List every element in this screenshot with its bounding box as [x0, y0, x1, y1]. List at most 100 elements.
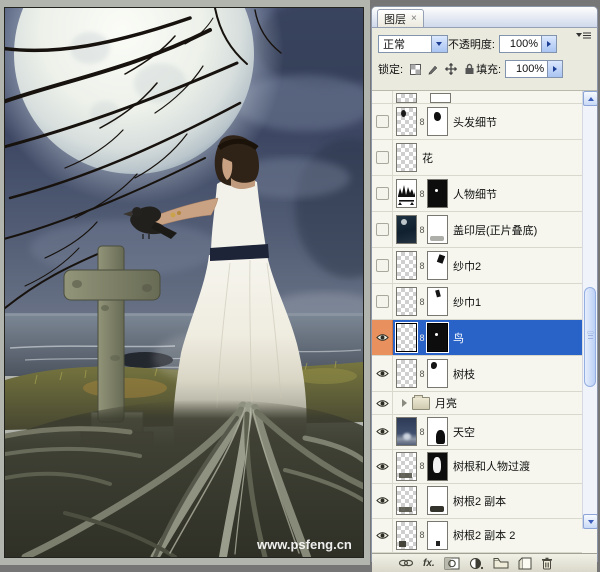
layer-row-盖印层(正片叠底)[interactable]: 8 盖印层(正片叠底) — [372, 212, 582, 248]
lock-paint-icon[interactable] — [426, 62, 440, 76]
layer-name[interactable]: 树枝 — [453, 366, 475, 382]
eye-visible-icon[interactable] — [372, 450, 393, 484]
eye-visible-icon[interactable] — [372, 415, 393, 449]
layer-mask-thumbnail[interactable] — [427, 486, 448, 515]
layer-thumbnail[interactable] — [396, 179, 417, 208]
opacity-value[interactable]: 100% — [499, 35, 541, 53]
eye-hidden-box[interactable] — [372, 104, 393, 139]
link-layers-icon[interactable] — [398, 556, 414, 570]
layer-thumbnail[interactable] — [396, 287, 417, 316]
panel-menu-icon[interactable] — [572, 28, 594, 41]
layer-mask-thumbnail[interactable] — [427, 251, 448, 280]
layer-thumbnail[interactable] — [396, 323, 417, 352]
layer-name[interactable]: 树根2 副本 — [453, 493, 506, 509]
mask-link-icon[interactable]: 8 — [417, 369, 427, 379]
layer-thumbnail[interactable] — [396, 107, 417, 136]
tab-layers[interactable]: 图层 × — [377, 9, 424, 27]
layer-row-树根2 副本 2[interactable]: 8 树根2 副本 2 — [372, 519, 582, 554]
layer-thumbnail[interactable] — [396, 486, 417, 515]
mask-link-icon[interactable]: 8 — [417, 189, 427, 199]
mask-link-icon[interactable]: 8 — [417, 530, 427, 540]
layer-mask-thumbnail[interactable] — [427, 287, 448, 316]
layer-row-树根和人物过渡[interactable]: 8 树根和人物过渡 — [372, 450, 582, 485]
new-layer-icon[interactable] — [518, 556, 532, 570]
eye-visible-icon[interactable] — [372, 392, 393, 414]
eye-visible-icon[interactable] — [372, 484, 393, 518]
layer-row-人物细节[interactable]: 8 人物细节 — [372, 176, 582, 212]
lock-transparency-icon[interactable] — [408, 62, 422, 76]
layer-mask-thumbnail[interactable] — [427, 107, 448, 136]
eye-visible-icon[interactable] — [372, 519, 393, 553]
layer-name[interactable]: 花 — [422, 150, 433, 166]
layer-mask-thumbnail[interactable] — [427, 417, 448, 446]
scrollbar-thumb[interactable] — [584, 287, 596, 387]
layer-row-clipped[interactable] — [372, 91, 582, 104]
layer-thumbnail[interactable] — [396, 143, 417, 172]
layer-name[interactable]: 树根2 副本 2 — [453, 527, 515, 543]
mask-link-icon[interactable]: 8 — [417, 261, 427, 271]
layer-name[interactable]: 头发细节 — [453, 114, 497, 130]
mask-link-icon[interactable]: 8 — [417, 333, 427, 343]
lock-all-icon[interactable] — [462, 62, 476, 76]
eye-hidden-box[interactable] — [372, 91, 393, 103]
eye-hidden-box[interactable] — [372, 212, 393, 247]
opacity-input[interactable]: 100% — [499, 35, 557, 53]
layer-row-头发细节[interactable]: 8 头发细节 — [372, 104, 582, 140]
layer-style-icon[interactable]: fx. — [423, 556, 435, 570]
layer-row-纱巾2[interactable]: 8 纱巾2 — [372, 248, 582, 284]
scroll-up-icon[interactable] — [583, 91, 597, 106]
scrollbar[interactable] — [582, 91, 597, 529]
tab-close-icon[interactable]: × — [411, 13, 417, 24]
layer-mask-thumbnail[interactable] — [427, 452, 448, 481]
layer-mask-thumbnail[interactable] — [427, 215, 448, 244]
group-expand-icon[interactable] — [402, 399, 407, 407]
new-adjustment-layer-icon[interactable] — [469, 556, 484, 570]
layer-thumbnail[interactable] — [396, 359, 417, 388]
layer-row-纱巾1[interactable]: 8 纱巾1 — [372, 284, 582, 320]
eye-hidden-box[interactable] — [372, 248, 393, 283]
layer-row-花[interactable]: 花 — [372, 140, 582, 176]
mask-link-icon[interactable]: 8 — [417, 461, 427, 471]
layer-mask-thumbnail[interactable] — [427, 179, 448, 208]
layer-name[interactable]: 人物细节 — [453, 186, 497, 202]
scroll-down-icon[interactable] — [583, 514, 597, 529]
layer-name[interactable]: 月亮 — [435, 395, 457, 411]
layer-row-树枝[interactable]: 8 树枝 — [372, 356, 582, 392]
eye-hidden-box[interactable] — [372, 140, 393, 175]
layer-name[interactable]: 纱巾2 — [453, 258, 481, 274]
delete-layer-icon[interactable] — [541, 556, 553, 570]
fill-input[interactable]: 100% — [505, 60, 563, 78]
eye-visible-icon[interactable] — [372, 356, 393, 391]
mask-link-icon[interactable]: 8 — [417, 427, 427, 437]
layer-name[interactable]: 树根和人物过渡 — [453, 458, 530, 474]
layer-thumbnail[interactable] — [396, 215, 417, 244]
add-layer-mask-icon[interactable] — [444, 556, 460, 570]
panel-titlebar[interactable]: 图层 × — [372, 7, 597, 28]
dropdown-arrow-icon[interactable] — [431, 36, 447, 52]
layer-thumbnail[interactable] — [396, 417, 417, 446]
mask-link-icon[interactable]: 8 — [417, 117, 427, 127]
layer-thumbnail[interactable] — [396, 452, 417, 481]
canvas-image[interactable]: www.psfeng.cn — [4, 7, 364, 558]
fill-value[interactable]: 100% — [505, 60, 547, 78]
layer-name[interactable]: 纱巾1 — [453, 294, 481, 310]
layer-mask-thumbnail[interactable] — [430, 93, 451, 103]
eye-hidden-box[interactable] — [372, 284, 393, 319]
layer-name[interactable]: 盖印层(正片叠底) — [453, 222, 537, 238]
lock-position-icon[interactable] — [444, 62, 458, 76]
layer-row-月亮[interactable]: 月亮 — [372, 392, 582, 415]
opacity-spinner-icon[interactable] — [541, 35, 557, 53]
layer-name[interactable]: 鸟 — [453, 330, 464, 346]
layer-row-鸟[interactable]: 8鸟 — [372, 320, 582, 356]
new-group-icon[interactable] — [493, 556, 509, 570]
fill-spinner-icon[interactable] — [547, 60, 563, 78]
eye-visible-icon[interactable] — [372, 320, 393, 355]
layer-mask-thumbnail[interactable] — [427, 323, 448, 352]
layer-mask-thumbnail[interactable] — [427, 359, 448, 388]
mask-link-icon[interactable]: 8 — [417, 225, 427, 235]
layer-name[interactable]: 天空 — [453, 424, 475, 440]
eye-hidden-box[interactable] — [372, 176, 393, 211]
layer-row-天空[interactable]: 8 天空 — [372, 415, 582, 450]
layer-thumbnail[interactable] — [396, 251, 417, 280]
mask-link-icon[interactable]: 8 — [417, 297, 427, 307]
